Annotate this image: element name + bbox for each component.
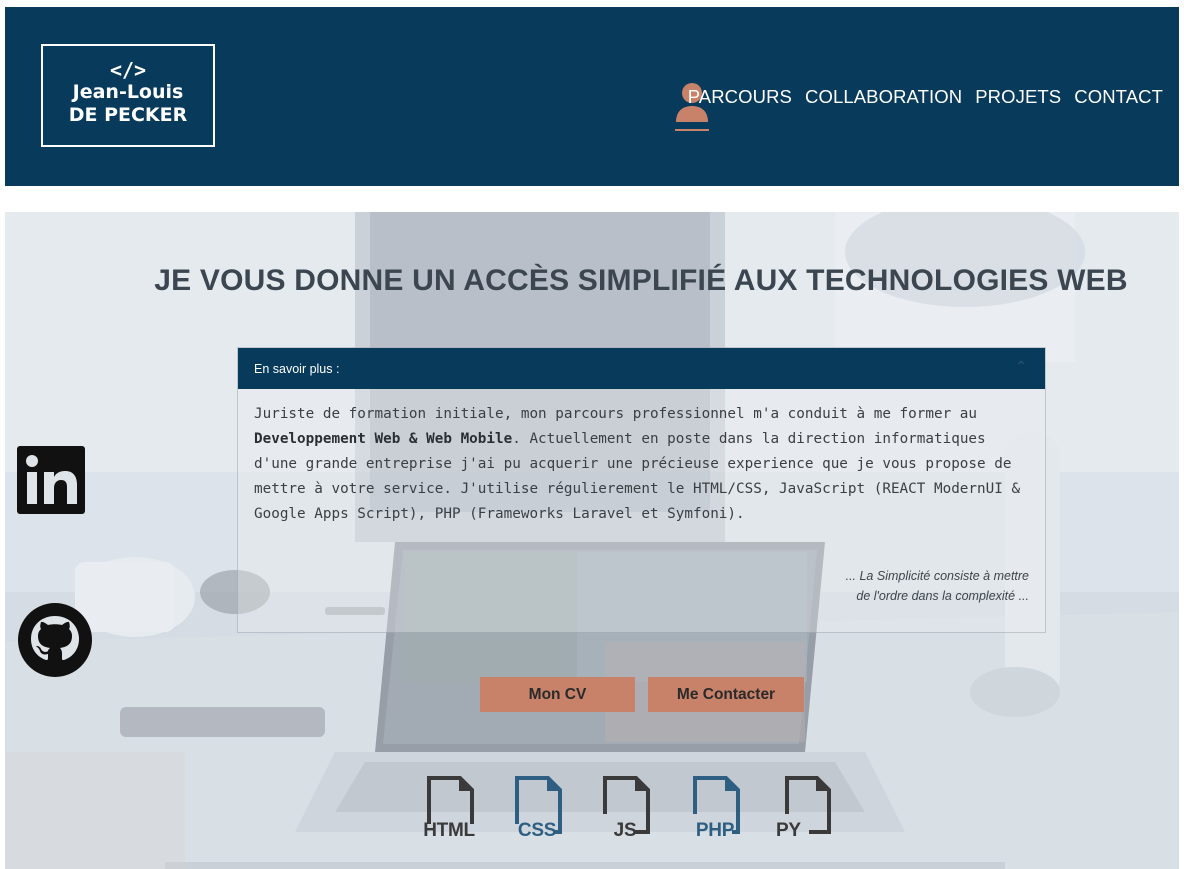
js-file-icon: JS — [596, 774, 654, 842]
main-nav: PARCOURS COLLABORATION PROJETS CONTACT — [675, 86, 1163, 110]
cv-button[interactable]: Mon CV — [480, 677, 635, 712]
py-label: PY — [776, 820, 801, 841]
css-label: CSS — [517, 820, 557, 841]
logo-name-last: DE PECKER — [68, 104, 188, 126]
quote-line-1: ... La Simplicité consiste à mettre — [845, 569, 1029, 583]
php-label: PHP — [695, 820, 735, 841]
php-file-icon: PHP — [686, 774, 744, 842]
about-panel-header[interactable]: En savoir plus : ⌃ — [238, 348, 1045, 389]
nav-parcours[interactable]: PARCOURS — [688, 86, 792, 110]
collapse-icon[interactable]: ⌃ — [1015, 358, 1027, 375]
hero-section: JE VOUS DONNE UN ACCÈS SIMPLIFIÉ AUX TEC… — [5, 212, 1179, 869]
site-header: </> Jean-Louis DE PECKER PARCOURS COLLAB… — [5, 7, 1179, 186]
hero-headline: JE VOUS DONNE UN ACCÈS SIMPLIFIÉ AUX TEC… — [154, 264, 1128, 297]
linkedin-icon[interactable] — [17, 446, 85, 518]
logo-name-first: Jean-Louis — [72, 81, 184, 103]
profile-underline — [675, 129, 709, 131]
js-label: JS — [613, 820, 637, 841]
html-label: HTML — [423, 820, 475, 841]
site-logo[interactable]: </> Jean-Louis DE PECKER — [41, 44, 215, 147]
nav-projets[interactable]: PROJETS — [975, 86, 1061, 110]
py-file-icon: PY — [773, 774, 831, 842]
nav-collaboration[interactable]: COLLABORATION — [805, 86, 962, 110]
html-file-icon: HTML — [420, 774, 478, 842]
contact-button[interactable]: Me Contacter — [648, 677, 804, 712]
github-icon[interactable] — [17, 602, 93, 682]
about-panel: En savoir plus : ⌃ Juriste de formation … — [237, 347, 1046, 633]
nav-contact[interactable]: CONTACT — [1074, 86, 1163, 110]
about-panel-body: Juriste de formation initiale, mon parco… — [238, 389, 1045, 527]
about-quote: ... La Simplicité consiste à mettre de l… — [846, 566, 1029, 606]
logo-code-symbol: </> — [109, 58, 147, 82]
about-text-intro: Juriste de formation initiale, mon parco… — [254, 406, 978, 422]
about-panel-title: En savoir plus : — [254, 362, 340, 376]
css-file-icon: CSS — [508, 774, 566, 842]
about-text-highlight: Developpement Web & Web Mobile — [254, 431, 513, 447]
quote-line-2: de l'ordre dans la complexité ... — [856, 589, 1029, 603]
